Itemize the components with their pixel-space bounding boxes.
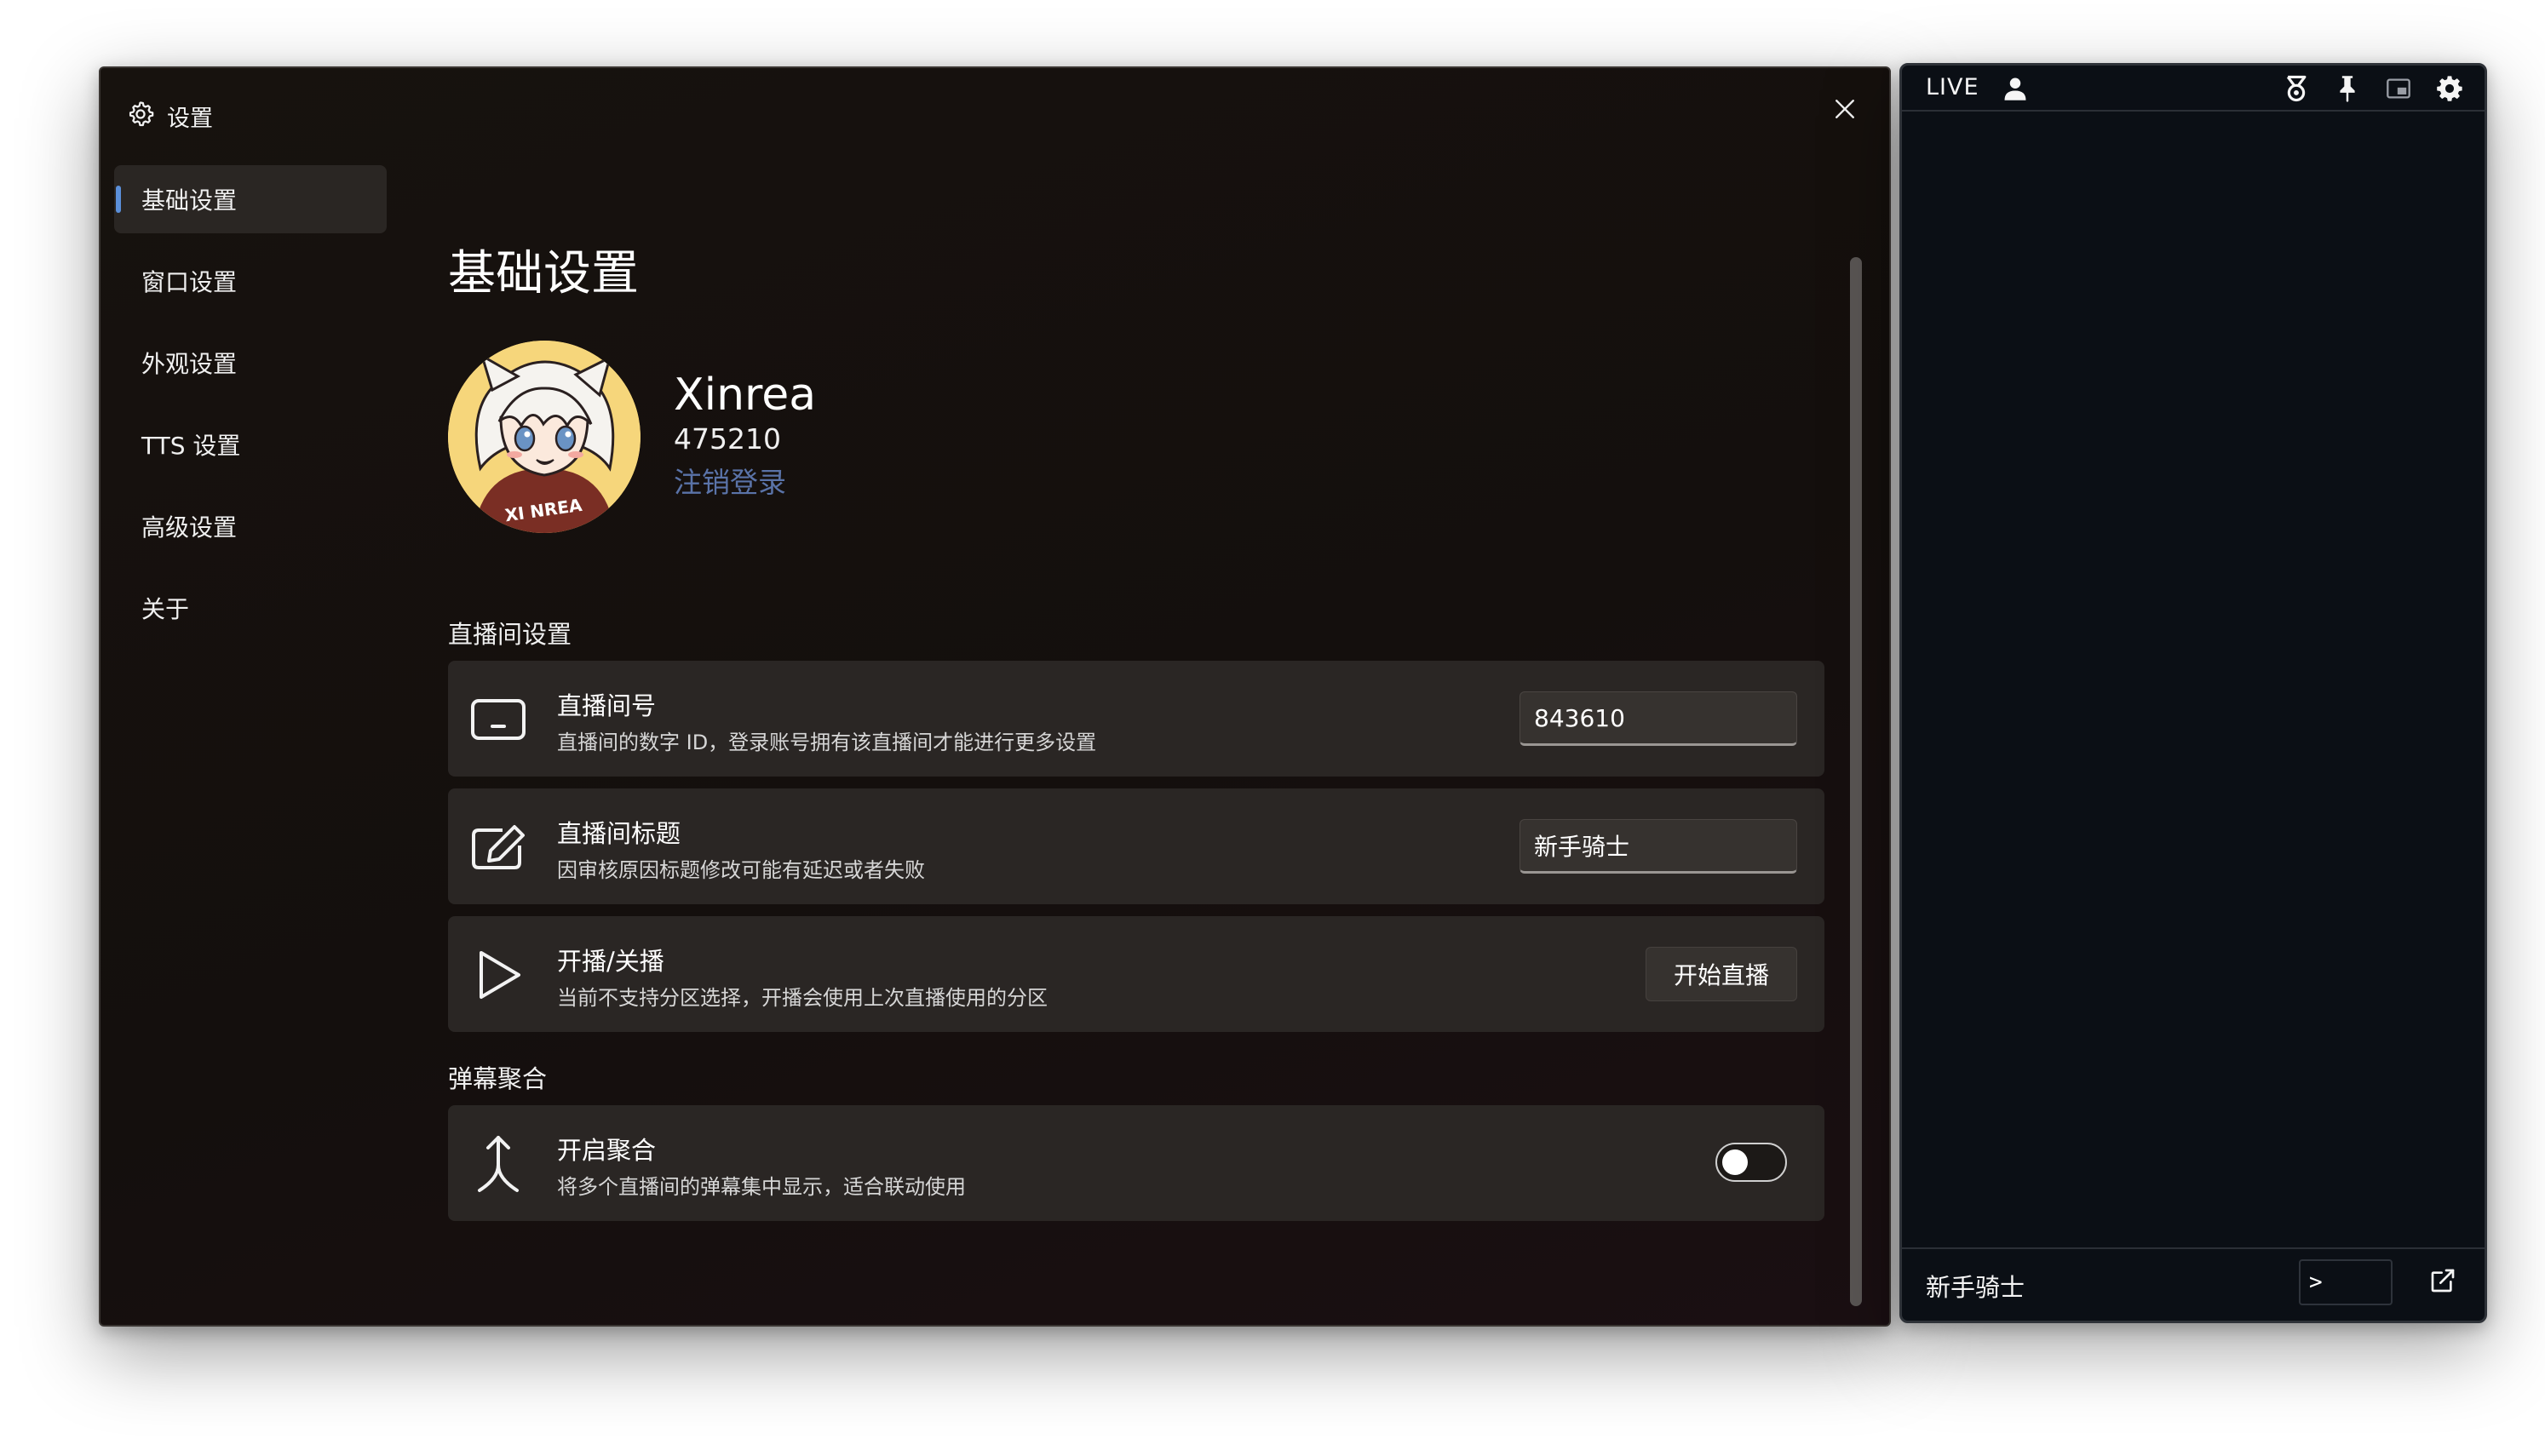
- sidebar-item-label: 窗口设置: [141, 268, 238, 296]
- room-id-card: 直播间号 直播间的数字 ID，登录账号拥有该直播间才能进行更多设置: [448, 661, 1824, 777]
- section-title-live-room: 直播间设置: [448, 620, 572, 649]
- live-label: LIVE: [1926, 74, 1979, 100]
- settings-window: 设置 基础设置 窗口设置 外观设置 TTS 设置 高级设置 关于 基础设置 XI…: [99, 66, 1891, 1327]
- merge-card: 开启聚合 将多个直播间的弹幕集中显示，适合联动使用: [448, 1105, 1824, 1221]
- live-footer: 新手骑士: [1902, 1247, 2485, 1321]
- toggle-knob: [1722, 1149, 1748, 1175]
- section-title-danmaku: 弹幕聚合: [448, 1064, 548, 1093]
- card-title: 直播间标题: [557, 819, 681, 848]
- window-title: 设置: [167, 105, 213, 132]
- sidebar-item-basic[interactable]: 基础设置: [114, 165, 387, 233]
- medal-icon[interactable]: [2280, 72, 2312, 105]
- gear-icon[interactable]: [2433, 72, 2466, 105]
- external-link-icon[interactable]: [2423, 1261, 2462, 1300]
- merge-arrow-icon: [470, 1136, 526, 1192]
- user-id: 475210: [674, 422, 781, 456]
- card-description: 直播间的数字 ID，登录账号拥有该直播间才能进行更多设置: [557, 731, 1097, 754]
- avatar: XI NREA: [448, 341, 641, 533]
- sidebar-item-about[interactable]: 关于: [114, 574, 387, 642]
- card-description: 当前不支持分区选择，开播会使用上次直播使用的分区: [557, 986, 1048, 1010]
- tablet-icon: [470, 691, 526, 748]
- sidebar-item-label: 高级设置: [141, 513, 238, 542]
- merge-toggle[interactable]: [1715, 1143, 1787, 1182]
- broadcast-card: 开播/关播 当前不支持分区选择，开播会使用上次直播使用的分区 开始直播: [448, 916, 1824, 1032]
- page-title: 基础设置: [448, 246, 639, 301]
- sidebar-item-appearance[interactable]: 外观设置: [114, 329, 387, 397]
- live-header: LIVE: [1902, 66, 2485, 112]
- username: Xinrea: [674, 370, 817, 421]
- gear-icon: [126, 100, 155, 132]
- start-live-button[interactable]: 开始直播: [1646, 947, 1797, 1001]
- sidebar-item-window[interactable]: 窗口设置: [114, 247, 387, 315]
- close-icon: [1836, 100, 1854, 118]
- sidebar-item-advanced[interactable]: 高级设置: [114, 492, 387, 560]
- card-title: 开启聚合: [557, 1136, 657, 1165]
- picture-in-picture-icon[interactable]: [2382, 72, 2415, 105]
- sidebar-item-tts[interactable]: TTS 设置: [114, 410, 387, 479]
- settings-sidebar: 基础设置 窗口设置 外观设置 TTS 设置 高级设置 关于: [114, 165, 387, 656]
- card-description: 将多个直播间的弹幕集中显示，适合联动使用: [557, 1175, 966, 1199]
- sidebar-item-label: 外观设置: [141, 350, 238, 378]
- user-icon[interactable]: [1999, 72, 2031, 105]
- pin-icon[interactable]: [2331, 72, 2364, 105]
- card-title: 开播/关播: [557, 947, 664, 976]
- sidebar-item-label: 基础设置: [141, 186, 238, 215]
- play-icon: [470, 947, 526, 1003]
- window-title-bar: 设置: [126, 97, 213, 135]
- room-title-input[interactable]: [1520, 819, 1797, 874]
- room-title-card: 直播间标题 因审核原因标题修改可能有延迟或者失败: [448, 788, 1824, 904]
- close-button[interactable]: [1824, 89, 1865, 129]
- logout-link[interactable]: 注销登录: [674, 460, 786, 501]
- sidebar-item-label: 关于: [141, 595, 190, 623]
- sidebar-item-label: TTS 设置: [141, 432, 241, 460]
- scrollbar-thumb[interactable]: [1850, 257, 1862, 1306]
- scrollbar[interactable]: [1850, 257, 1862, 1306]
- live-panel: LIVE 新手骑士 >: [1899, 63, 2487, 1323]
- live-room-title: 新手骑士: [1926, 1273, 2025, 1302]
- command-input[interactable]: [2299, 1259, 2393, 1305]
- card-title: 直播间号: [557, 691, 657, 720]
- room-id-input[interactable]: [1520, 691, 1797, 746]
- edit-icon: [470, 819, 526, 875]
- card-description: 因审核原因标题修改可能有延迟或者失败: [557, 858, 925, 882]
